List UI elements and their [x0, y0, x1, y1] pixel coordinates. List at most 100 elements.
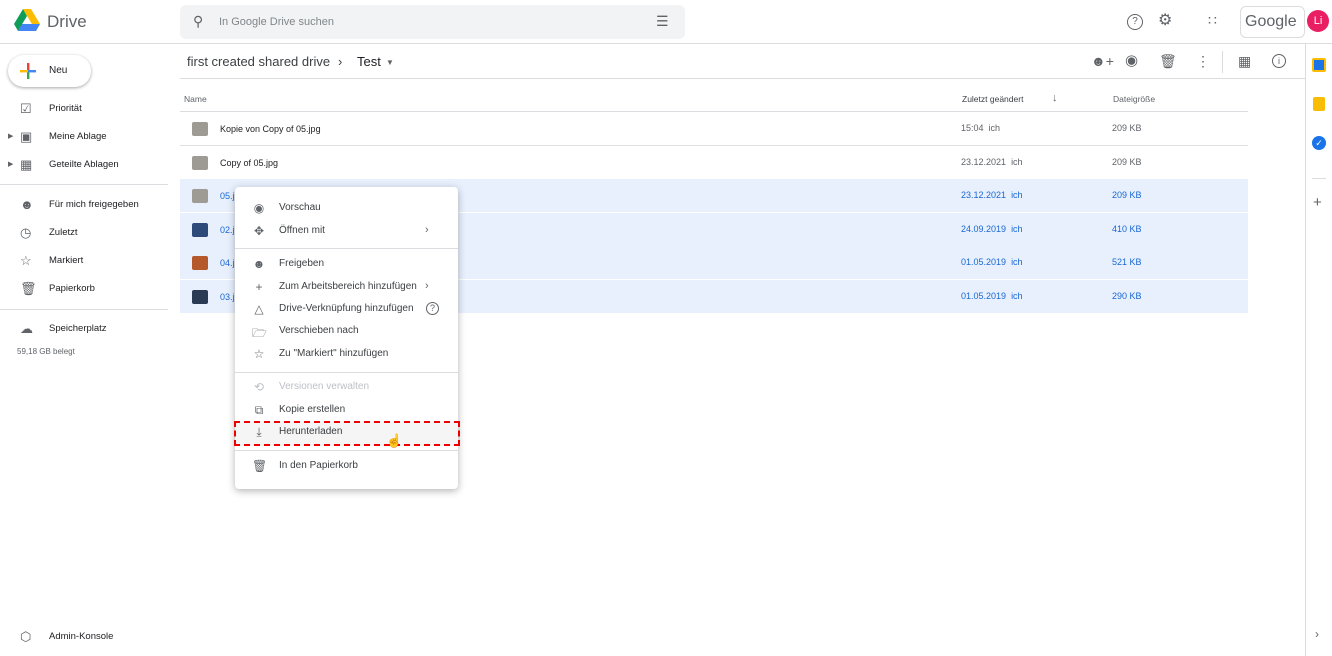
app-title: Drive	[47, 12, 87, 31]
trash-icon[interactable]: 🗑	[1159, 54, 1177, 68]
grid-view-icon[interactable]: ▦	[1238, 54, 1251, 68]
divider	[0, 309, 168, 310]
sidebar-item-priority[interactable]: ☑ Priorität	[0, 97, 168, 121]
eye-icon[interactable]: ◉	[1125, 53, 1138, 68]
more-vert-icon[interactable]: ⋮	[1196, 54, 1210, 68]
drive-logo-icon	[14, 9, 40, 31]
info-icon[interactable]: i	[1272, 54, 1286, 68]
keep-icon[interactable]	[1313, 97, 1325, 111]
search-options-icon[interactable]: ☰	[656, 14, 669, 28]
plus-icon[interactable]: +	[1313, 194, 1322, 211]
sidebar-item-my-drive[interactable]: ▶ ▣ Meine Ablage	[0, 125, 168, 149]
admin-icon: ⬡	[20, 629, 32, 644]
help-icon[interactable]: ?	[426, 302, 439, 315]
google-account-brand[interactable]: Google	[1240, 6, 1305, 38]
owner: ich	[988, 123, 1001, 133]
menu-item-share[interactable]: ☻ Freigeben	[235, 253, 458, 275]
side-panel: ✓ + ›	[1305, 44, 1332, 656]
modified-date: 23.12.2021 ich	[961, 157, 1023, 167]
chevron-down-icon[interactable]: ▼	[386, 58, 394, 67]
menu-item-move-to[interactable]: 🗁 Verschieben nach	[235, 320, 458, 342]
new-button[interactable]: Neu	[8, 55, 91, 87]
sidebar-label: Speicherplatz	[49, 323, 107, 334]
trash-icon: 🗑	[20, 281, 37, 296]
help-icon[interactable]: ?	[1127, 14, 1143, 30]
sidebar-label: Meine Ablage	[49, 131, 107, 142]
eye-icon: ◉	[253, 201, 265, 215]
sidebar-item-admin-console[interactable]: ⬡ Admin-Konsole	[0, 625, 168, 649]
download-highlight-box	[234, 421, 460, 446]
menu-item-add-shortcut[interactable]: △ Drive-Verknüpfung hinzufügen?	[235, 298, 458, 320]
new-label: Neu	[49, 65, 68, 76]
shared-icon: ☻	[20, 197, 34, 212]
image-thumbnail-icon	[192, 189, 208, 204]
table-row[interactable]: Kopie von Copy of 05.jpg 15:04 ich 209 K…	[180, 112, 1248, 146]
expand-arrow-icon[interactable]: ▶	[8, 132, 13, 140]
sort-arrow-down-icon[interactable]: ↓	[1052, 92, 1058, 104]
divider	[235, 372, 458, 373]
menu-item-add-to-workspace[interactable]: + Zum Arbeitsbereich hinzufügen ›	[235, 276, 458, 298]
search-icon[interactable]: ⚲	[193, 14, 203, 28]
menu-label: Freigeben	[279, 258, 325, 269]
storage-used: 59,18 GB belegt	[17, 347, 75, 356]
chevron-right-icon[interactable]: ›	[1315, 627, 1319, 641]
file-size: 209 KB	[1112, 190, 1142, 201]
menu-item-preview[interactable]: ◉ Vorschau	[235, 197, 458, 219]
menu-item-open-with[interactable]: ✥ Öffnen mit ›	[235, 220, 458, 242]
breadcrumb-separator-icon: ›	[338, 54, 343, 69]
sidebar-item-recent[interactable]: ◷ Zuletzt	[0, 221, 168, 245]
sidebar-label: Zuletzt	[49, 227, 78, 238]
modified-date: 23.12.2021 ich	[961, 190, 1023, 200]
modified-date: 15:04 ich	[961, 123, 1000, 133]
open-with-icon: ✥	[253, 224, 265, 238]
file-size: 410 KB	[1112, 223, 1142, 234]
column-header-size[interactable]: Dateigröße	[1113, 94, 1155, 104]
gear-icon[interactable]: ⚙	[1158, 13, 1172, 29]
clock-icon: ◷	[20, 225, 32, 240]
sidebar-label: Priorität	[49, 103, 82, 114]
date: 23.12.2021	[961, 190, 1007, 201]
menu-label: Vorschau	[279, 202, 321, 213]
search-input[interactable]: ⚲ In Google Drive suchen ☰	[180, 5, 685, 39]
apps-grid-icon[interactable]: ∷	[1208, 13, 1217, 27]
top-bar: Drive ⚲ In Google Drive suchen ☰ ? ⚙ ∷ G…	[0, 0, 1332, 44]
breadcrumb-current[interactable]: Test	[357, 54, 381, 69]
menu-label: Zu "Markiert" hinzufügen	[279, 348, 389, 359]
sidebar-item-shared-with-me[interactable]: ☻ Für mich freigegeben	[0, 193, 168, 217]
avatar[interactable]: Li	[1307, 10, 1329, 32]
sidebar-label: Markiert	[49, 255, 84, 266]
tasks-icon[interactable]: ✓	[1312, 136, 1326, 150]
chevron-right-icon: ›	[425, 224, 429, 236]
menu-item-make-copy[interactable]: ⧉ Kopie erstellen	[235, 399, 458, 421]
column-header-name[interactable]: Name	[184, 94, 207, 104]
share-icon[interactable]: ☻+	[1091, 54, 1114, 68]
sidebar-item-storage[interactable]: ☁ Speicherplatz	[0, 317, 168, 341]
menu-label: Kopie erstellen	[279, 404, 346, 415]
image-thumbnail-icon	[192, 256, 208, 271]
sidebar-item-starred[interactable]: ☆ Markiert	[0, 249, 168, 273]
menu-label: Versionen verwalten	[279, 381, 370, 392]
menu-label: In den Papierkorb	[279, 460, 358, 471]
column-header-modified[interactable]: Zuletzt geändert	[962, 94, 1023, 104]
date: 15:04	[961, 123, 984, 133]
menu-item-manage-versions: ⟲ Versionen verwalten	[235, 376, 458, 398]
owner: ich	[1011, 257, 1023, 268]
menu-item-add-star[interactable]: ☆ Zu "Markiert" hinzufügen	[235, 343, 458, 365]
star-icon: ☆	[253, 347, 265, 361]
expand-arrow-icon[interactable]: ▶	[8, 160, 13, 168]
date: 01.05.2019	[961, 257, 1007, 268]
shortcut-icon: △	[254, 302, 264, 316]
menu-item-trash[interactable]: 🗑 In den Papierkorb	[235, 455, 458, 477]
table-row[interactable]: Copy of 05.jpg 23.12.2021 ich 209 KB	[180, 146, 1248, 180]
sidebar-item-shared-drives[interactable]: ▶ ▦ Geteilte Ablagen	[0, 153, 168, 177]
sidebar-item-trash[interactable]: 🗑 Papierkorb	[0, 277, 168, 301]
modified-date: 24.09.2019 ich	[961, 224, 1023, 234]
breadcrumb-parent[interactable]: first created shared drive	[187, 54, 330, 69]
file-size: 209 KB	[1112, 123, 1142, 133]
owner: ich	[1011, 291, 1023, 301]
owner: ich	[1011, 156, 1023, 167]
menu-label: Drive-Verknüpfung hinzufügen	[279, 303, 414, 314]
calendar-icon[interactable]	[1312, 58, 1326, 72]
image-thumbnail-icon	[192, 222, 208, 237]
sidebar-label: Geteilte Ablagen	[49, 159, 119, 170]
